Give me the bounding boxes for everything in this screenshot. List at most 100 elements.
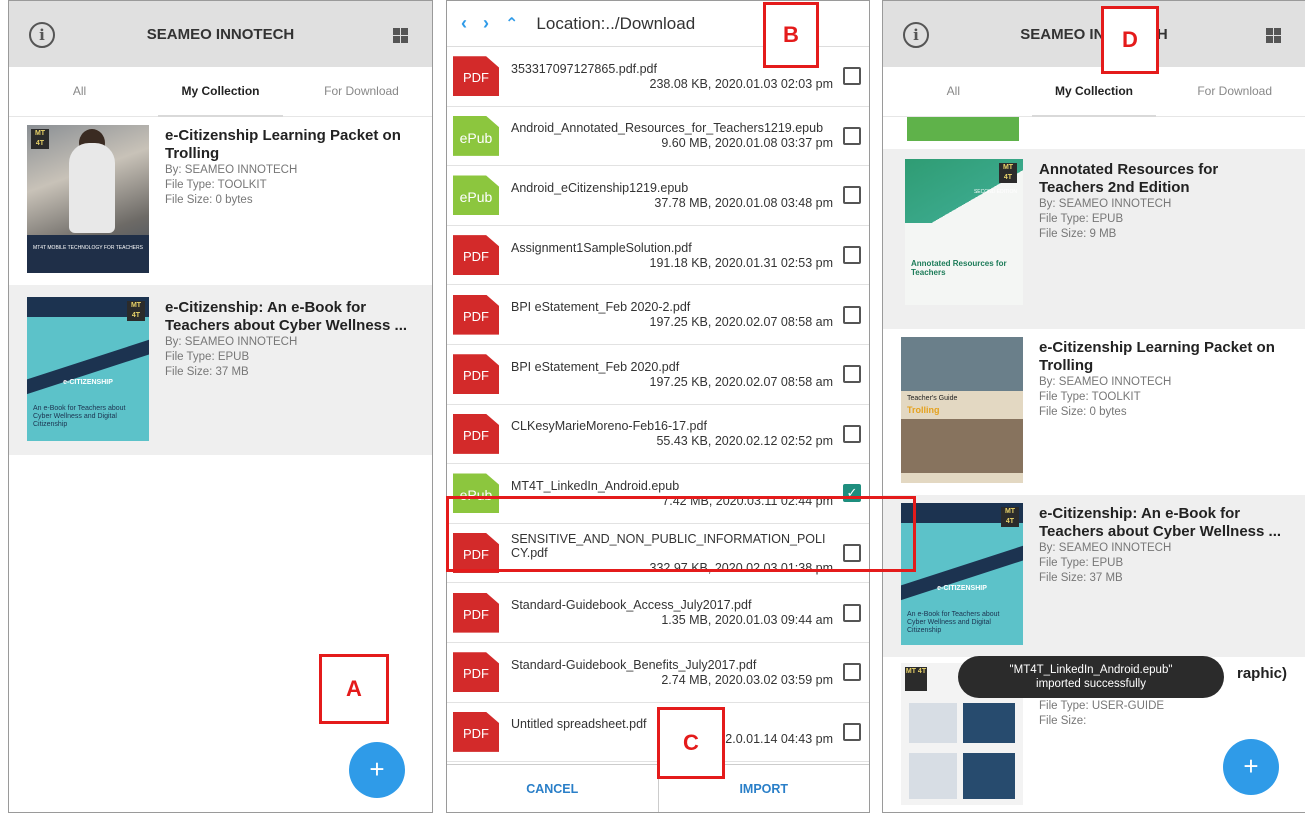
app-title: SEAMEO INNOTECH bbox=[146, 25, 295, 43]
tab-all[interactable]: All bbox=[9, 67, 150, 116]
epub-file-icon: ePub bbox=[453, 175, 499, 216]
mt4t-logo-icon: MT 4T bbox=[31, 129, 49, 149]
file-name: Android_eCitizenship1219.epub bbox=[511, 180, 689, 195]
item-file-size: File Size: 9 MB bbox=[1039, 228, 1117, 240]
file-checkbox[interactable] bbox=[843, 365, 861, 384]
file-name: Android_Annotated_Resources_for_Teachers… bbox=[511, 121, 824, 136]
file-meta: 197.25 KB, 2020.02.07 08:58 am bbox=[649, 374, 833, 389]
collection-item[interactable]: MT 4T e-CITIZENSHIP An e-Book for Teache… bbox=[883, 495, 1305, 657]
item-file-size: File Size: 0 bytes bbox=[1039, 406, 1127, 418]
pdf-file-icon: PDF bbox=[453, 652, 499, 693]
file-meta: 197.25 KB, 2020.02.07 08:58 am bbox=[649, 315, 833, 330]
tab-my-collection[interactable]: My Collection bbox=[150, 67, 291, 117]
item-file-type: File Type: TOOLKIT bbox=[1039, 391, 1141, 403]
file-checkbox[interactable] bbox=[843, 246, 861, 265]
collection-item[interactable]: MT 4T e-CITIZENSHIP An e-Book for Teache… bbox=[9, 285, 432, 455]
item-file-size: File Size: 37 MB bbox=[1039, 572, 1123, 584]
file-checkbox[interactable] bbox=[843, 722, 861, 741]
grid-view-icon[interactable] bbox=[1266, 28, 1281, 43]
cover-subtitle: An e-Book for Teachers about Cyber Welln… bbox=[33, 405, 126, 428]
tab-for-download[interactable]: For Download bbox=[1164, 67, 1305, 116]
item-file-size: File Size: 0 bytes bbox=[165, 194, 253, 206]
file-checkbox[interactable] bbox=[843, 126, 861, 145]
cover-subtitle: Teacher's Guide bbox=[907, 395, 958, 402]
file-list: PDF 353317097127865.pdf.pdf 238.08 KB, 202… bbox=[447, 47, 869, 763]
cover-title: Annotated Resources for Teachers bbox=[911, 259, 1007, 277]
item-author: By: SEAMEO INNOTECH bbox=[1039, 542, 1172, 554]
toast-message: imported successfully bbox=[1036, 678, 1146, 690]
file-checkbox[interactable] bbox=[843, 424, 861, 443]
item-file-type: File Type: USER-GUIDE bbox=[1039, 700, 1165, 712]
file-checkbox[interactable] bbox=[843, 663, 861, 682]
item-file-type: File Type: EPUB bbox=[1039, 213, 1124, 225]
book-cover: MT 4T SECOND EDITION Annotated Resources… bbox=[905, 159, 1023, 305]
file-row[interactable]: PDF BPI eStatement_Feb 2020-2.pdf 197.25 K… bbox=[447, 285, 869, 345]
app-title: SEAMEO INNOTECH bbox=[1020, 25, 1168, 43]
epub-file-icon: ePub bbox=[453, 115, 499, 156]
pdf-file-icon: PDF bbox=[453, 711, 499, 752]
file-row[interactable]: ePub Android_eCitizenship1219.epub 37.78 M… bbox=[447, 166, 869, 226]
mt4t-logo-icon: MT 4T bbox=[127, 301, 145, 321]
item-file-type: File Type: EPUB bbox=[1039, 557, 1124, 569]
file-row[interactable]: PDF CLKesyMarieMoreno-Feb16-17.pdf 55.43 K… bbox=[447, 405, 869, 465]
file-row[interactable]: PDF Standard-Guidebook_Benefits_July2017.… bbox=[447, 643, 869, 703]
import-success-toast: "MT4T_LinkedIn_Android.epub" imported su… bbox=[958, 656, 1224, 698]
back-arrow-icon[interactable]: ‹ bbox=[461, 13, 467, 34]
mt4t-logo-icon: MT 4T bbox=[905, 667, 927, 691]
pdf-file-icon: PDF bbox=[453, 354, 499, 395]
file-name: Assignment1SampleSolution.pdf bbox=[511, 240, 692, 255]
file-meta: 238.08 KB, 2020.01.03 02:03 pm bbox=[649, 76, 833, 91]
item-title: e-Citizenship: An e-Book for Teachers ab… bbox=[1039, 505, 1282, 540]
add-button[interactable]: + bbox=[349, 742, 405, 798]
file-name: Standard-Guidebook_Benefits_July2017.pdf bbox=[511, 657, 757, 672]
pdf-file-icon: PDF bbox=[453, 294, 499, 335]
cover-subtitle: An e-Book for Teachers about Cyber Welln… bbox=[907, 611, 1000, 634]
tab-all[interactable]: All bbox=[883, 67, 1024, 116]
mt4t-logo-icon: MT 4T bbox=[1001, 507, 1019, 527]
file-meta: 191.18 KB, 2020.01.31 02:53 pm bbox=[649, 255, 833, 270]
item-title: e-Citizenship Learning Packet on Trollin… bbox=[165, 127, 401, 162]
grid-view-icon[interactable] bbox=[393, 28, 408, 43]
mt4t-logo-icon: MT 4T bbox=[999, 163, 1017, 183]
cancel-button[interactable]: CANCEL bbox=[447, 765, 658, 812]
add-button[interactable]: + bbox=[1223, 739, 1279, 795]
file-checkbox[interactable] bbox=[843, 603, 861, 622]
pdf-file-icon: PDF bbox=[453, 592, 499, 633]
collection-item[interactable]: MT 4T MT4T MOBILE TECHNOLOGY FOR TEACHER… bbox=[9, 117, 432, 281]
item-file-size: File Size: bbox=[1039, 715, 1087, 727]
item-author: By: SEAMEO INNOTECH bbox=[165, 336, 298, 348]
item-file-type: File Type: TOOLKIT bbox=[165, 179, 267, 191]
file-meta: 1.35 MB, 2020.01.03 09:44 am bbox=[661, 613, 833, 628]
item-file-size: File Size: 37 MB bbox=[165, 366, 249, 378]
file-row[interactable]: PDF Standard-Guidebook_Access_July2017.pd… bbox=[447, 583, 869, 643]
forward-arrow-icon[interactable]: › bbox=[483, 13, 489, 34]
cover-caption: MT4T MOBILE TECHNOLOGY FOR TEACHERS bbox=[33, 245, 143, 251]
annotation-highlight-frame bbox=[446, 496, 916, 572]
tab-for-download[interactable]: For Download bbox=[291, 67, 432, 116]
book-cover: Teacher's Guide Trolling bbox=[901, 337, 1023, 483]
file-picker-screen: ‹ › ⌃ Location:../Download PDF 3533170971… bbox=[446, 0, 870, 813]
file-row[interactable]: ePub Android_Annotated_Resources_for_Teac… bbox=[447, 107, 869, 167]
tab-my-collection[interactable]: My Collection bbox=[1024, 67, 1165, 117]
toast-filename: "MT4T_LinkedIn_Android.epub" bbox=[1009, 664, 1173, 676]
collection-item[interactable]: Teacher's Guide Trolling e-Citizenship L… bbox=[883, 329, 1305, 495]
file-checkbox[interactable] bbox=[843, 305, 861, 324]
app-bar: i SEAMEO INNOTECH bbox=[883, 1, 1305, 67]
file-meta: 2.74 MB, 2020.03.02 03:59 pm bbox=[661, 672, 833, 687]
item-file-type: File Type: EPUB bbox=[165, 351, 250, 363]
file-meta: 9.60 MB, 2020.01.08 03:37 pm bbox=[661, 136, 833, 151]
file-checkbox[interactable] bbox=[843, 67, 861, 86]
pdf-file-icon: PDF bbox=[453, 235, 499, 276]
collection-item[interactable]: MT 4T SECOND EDITION Annotated Resources… bbox=[883, 149, 1305, 329]
file-meta: 37.78 MB, 2020.01.08 03:48 pm bbox=[654, 195, 833, 210]
file-checkbox[interactable] bbox=[843, 186, 861, 205]
file-row[interactable]: PDF Assignment1SampleSolution.pdf 191.18 K… bbox=[447, 226, 869, 286]
up-arrow-icon[interactable]: ⌃ bbox=[505, 14, 518, 34]
annotation-b: B bbox=[763, 2, 819, 68]
pdf-file-icon: PDF bbox=[453, 413, 499, 454]
item-title: Annotated Resources for Teachers 2nd Edi… bbox=[1039, 161, 1219, 196]
file-name: MT4T_LinkedIn_Android.epub bbox=[511, 478, 680, 493]
tab-bar: All My Collection For Download bbox=[9, 67, 432, 117]
file-row[interactable]: PDF BPI eStatement_Feb 2020.pdf 197.25 KB,… bbox=[447, 345, 869, 405]
file-name: BPI eStatement_Feb 2020-2.pdf bbox=[511, 300, 691, 315]
